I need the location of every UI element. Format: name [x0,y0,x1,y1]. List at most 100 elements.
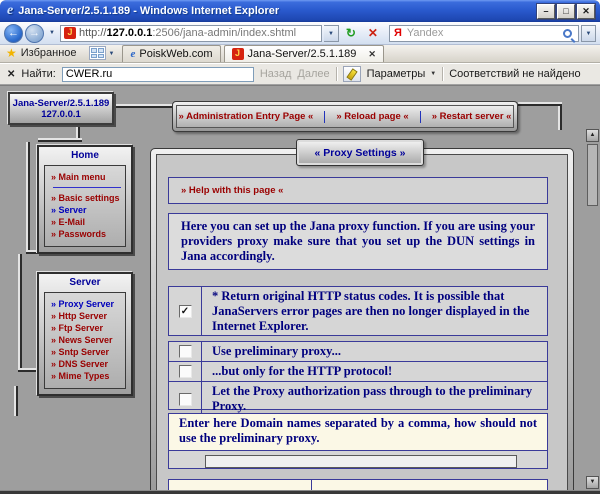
option-label: * Return original HTTP status codes. It … [202,287,547,335]
window-controls: – □ ✕ [537,4,595,19]
checkbox-return-status-codes[interactable]: ✓ [179,305,192,318]
scroll-up-icon[interactable]: ▲ [586,129,599,142]
restart-server-link[interactable]: » Restart server « [432,111,512,122]
settings-panel: » Help with this page « Here you can set… [156,154,568,490]
home-menu: Home » Main menu » Basic settings » Serv… [37,145,133,254]
tab-list-dropdown-icon[interactable]: ▼ [109,51,115,57]
tab-label: PoiskWeb.com [139,48,212,60]
find-input[interactable] [62,67,254,82]
close-tab-icon[interactable]: ✕ [368,49,376,60]
scrollbar-thumb[interactable] [587,144,598,206]
table-cell [169,480,312,490]
title-bar: e Jana-Server/2.5.1.189 - Windows Intern… [0,0,600,22]
checkbox-use-preliminary-proxy[interactable] [179,345,192,358]
page-title: « Proxy Settings » [296,139,424,166]
close-button[interactable]: ✕ [577,4,595,19]
maximize-button[interactable]: □ [557,4,575,19]
sidebar-item-dns-server[interactable]: » DNS Server [51,358,123,370]
scroll-down-icon[interactable]: ▼ [586,476,599,489]
tab-label: Jana-Server/2.5.1.189 [248,48,357,60]
find-label: Найти: [21,68,55,80]
search-icon[interactable] [563,29,572,38]
window-bottom-edge [0,490,600,494]
sidebar-item-passwords[interactable]: » Passwords [51,228,123,240]
window-title: Jana-Server/2.5.1.189 - Windows Internet… [18,5,279,17]
search-placeholder: Yandex [407,27,558,39]
chevron-down-icon: ▼ [430,71,436,77]
option-label: ...but only for the HTTP protocol! [202,362,547,381]
admin-entry-link[interactable]: » Administration Entry Page « [179,111,314,122]
sidebar-item-proxy-server[interactable]: » Proxy Server [51,298,123,310]
option-row: ✓ * Return original HTTP status codes. I… [168,286,548,336]
sidebar-item-sntp-server[interactable]: » Sntp Server [51,346,123,358]
sidebar-item-mime-types[interactable]: » Mime Types [51,370,123,382]
separator [442,67,443,81]
checkbox-http-only[interactable] [179,365,192,378]
search-dropdown-icon[interactable]: ▼ [581,25,596,42]
decorative-trace [558,106,562,130]
separator [324,111,325,123]
option-row: ...but only for the HTTP protocol! [169,362,547,382]
decorative-trace [38,138,82,142]
option-label: Use preliminary proxy... [202,342,547,361]
forward-button[interactable]: → [25,24,44,43]
option-label: Let the Proxy authorization pass through… [202,382,547,416]
find-options-label: Параметры [367,68,426,80]
ie-logo-icon: e [7,3,13,19]
table-cell [312,480,547,490]
next-settings-table [168,479,548,490]
navigation-bar: ← → ▼ J http://127.0.0.1:2506/jana-admin… [0,22,600,45]
domains-section: Enter here Domain names separated by a c… [168,413,548,469]
url-text: http://127.0.0.1:2506/jana-admin/index.s… [79,27,296,39]
back-button[interactable]: ← [4,24,23,43]
option-table: Use preliminary proxy... ...but only for… [168,341,548,410]
close-find-icon[interactable]: ✕ [7,69,15,80]
find-next-button: Далее [297,68,329,80]
sidebar-item-http-server[interactable]: » Http Server [51,310,123,322]
refresh-icon[interactable]: ↻ [341,24,361,42]
domains-note: Enter here Domain names separated by a c… [169,414,547,451]
url-protocol: http:// [79,27,107,39]
checkbox-proxy-auth-passthrough[interactable] [179,393,192,406]
admin-toolbar: » Administration Entry Page « » Reload p… [172,101,518,132]
quick-tabs-icon[interactable] [89,46,106,60]
address-dropdown-icon[interactable]: ▼ [324,25,339,42]
tab-poiskweb[interactable]: e PoiskWeb.com [122,45,220,62]
find-status: Соответствий не найдено [449,68,580,80]
sidebar-item-server[interactable]: » Server [51,204,123,216]
sidebar-item-main-menu[interactable]: » Main menu [51,171,123,183]
divider [53,187,121,188]
minimize-button[interactable]: – [537,4,555,19]
sidebar-item-email[interactable]: » E-Mail [51,216,123,228]
help-link[interactable]: » Help with this page « [181,185,283,196]
reload-page-link[interactable]: » Reload page « [336,111,408,122]
option-row: Use preliminary proxy... [169,342,547,362]
server-identity-box: Jana-Server/2.5.1.189 127.0.0.1 [8,92,114,125]
separator [420,111,421,123]
domains-input[interactable] [205,455,517,468]
server-menu-title: Server [39,274,131,292]
decorative-trace [26,142,30,254]
sidebar-item-basic-settings[interactable]: » Basic settings [51,192,123,204]
tab-jana-server[interactable]: J Jana-Server/2.5.1.189 ✕ [224,45,384,62]
address-bar[interactable]: J http://127.0.0.1:2506/jana-admin/index… [60,25,322,42]
admin-toolbar-inner: » Administration Entry Page « » Reload p… [176,105,514,128]
history-dropdown-icon[interactable]: ▼ [49,30,55,36]
tab-bar: ★ Избранное ▼ e PoiskWeb.com J Jana-Serv… [0,45,600,63]
server-menu: Server » Proxy Server » Http Server » Ft… [37,272,133,396]
page-content: Jana-Server/2.5.1.189 127.0.0.1 » Admini… [0,86,600,490]
favorites-star-icon[interactable]: ★ [6,46,17,60]
find-options-button[interactable]: Параметры ▼ [367,68,437,80]
sidebar-item-ftp-server[interactable]: » Ftp Server [51,322,123,334]
yandex-icon: Я [394,27,402,39]
home-menu-title: Home [39,147,131,165]
find-bar: ✕ Найти: Назад Далее Параметры ▼ Соответ… [0,63,600,84]
option-row: Let the Proxy authorization pass through… [169,382,547,416]
jana-favicon-icon: J [232,48,244,60]
favorites-label[interactable]: Избранное [21,47,77,59]
highlight-icon[interactable] [343,66,361,82]
help-link-box: » Help with this page « [168,177,548,204]
search-input[interactable]: Я Yandex [389,25,579,42]
stop-icon[interactable]: ✕ [363,24,383,42]
sidebar-item-news-server[interactable]: » News Server [51,334,123,346]
